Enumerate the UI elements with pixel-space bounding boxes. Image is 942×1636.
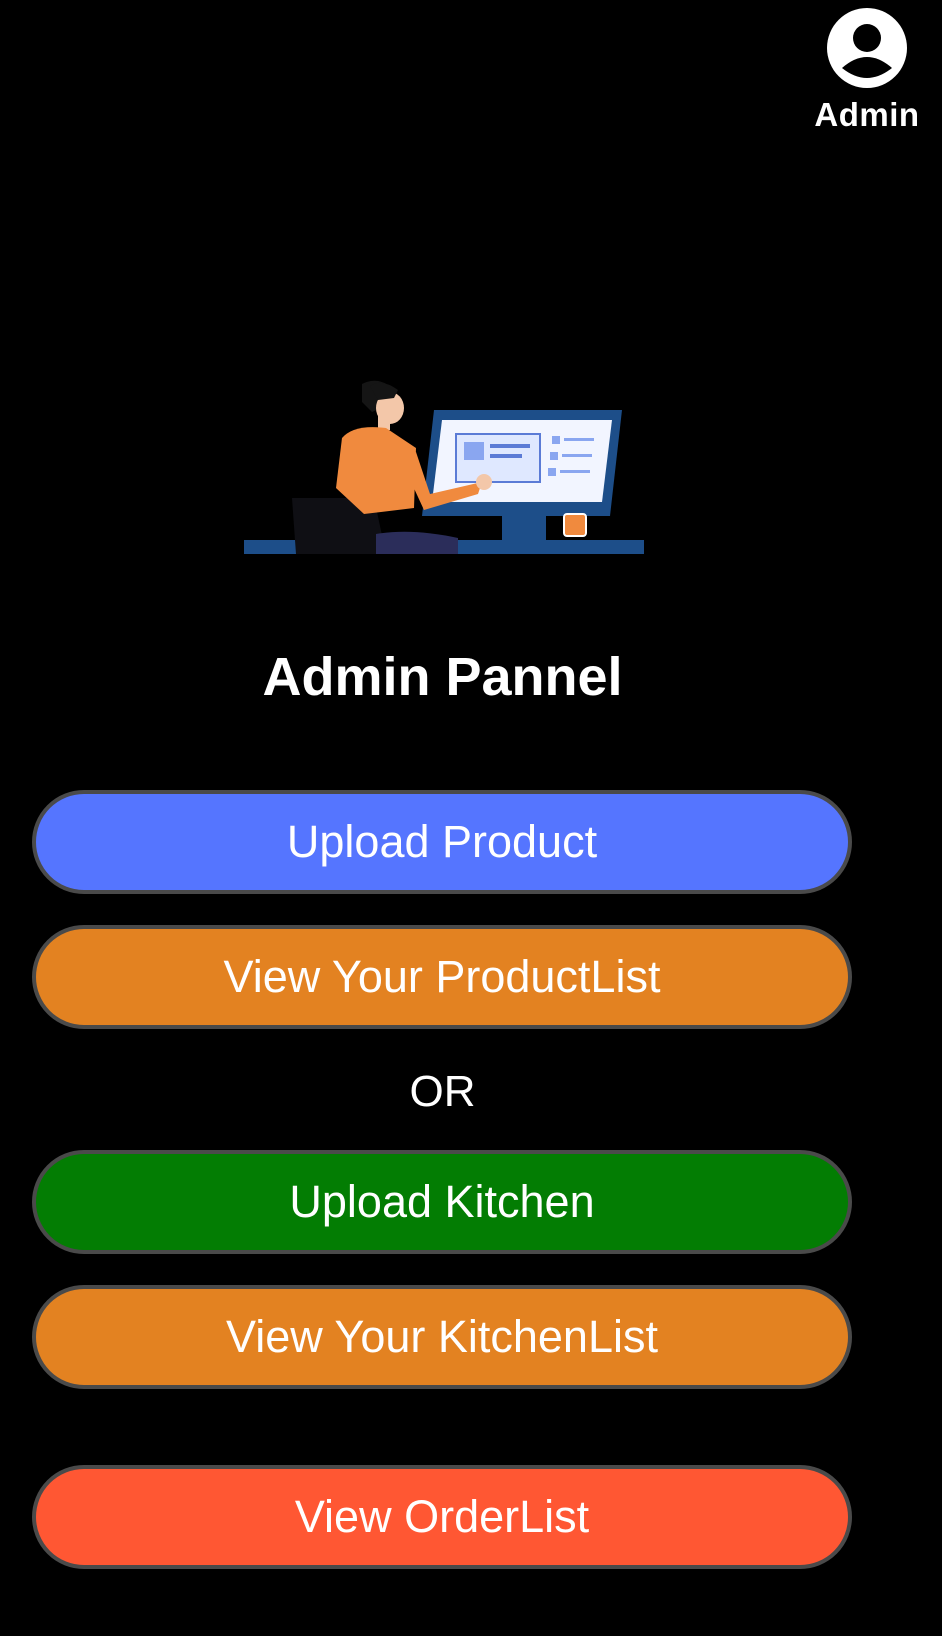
view-product-list-button[interactable]: View Your ProductList bbox=[32, 925, 852, 1029]
person-at-computer-illustration bbox=[244, 380, 644, 554]
upload-kitchen-button[interactable]: Upload Kitchen bbox=[32, 1150, 852, 1254]
profile-menu[interactable]: Admin bbox=[802, 6, 932, 134]
account-circle-icon[interactable] bbox=[825, 6, 909, 90]
page-title: Admin Pannel bbox=[262, 647, 623, 707]
upload-product-button[interactable]: Upload Product bbox=[32, 790, 852, 894]
view-kitchen-list-button[interactable]: View Your KitchenList bbox=[32, 1285, 852, 1389]
profile-label: Admin bbox=[814, 96, 920, 133]
or-separator: OR bbox=[409, 1067, 476, 1116]
view-order-list-button[interactable]: View OrderList bbox=[32, 1465, 852, 1569]
